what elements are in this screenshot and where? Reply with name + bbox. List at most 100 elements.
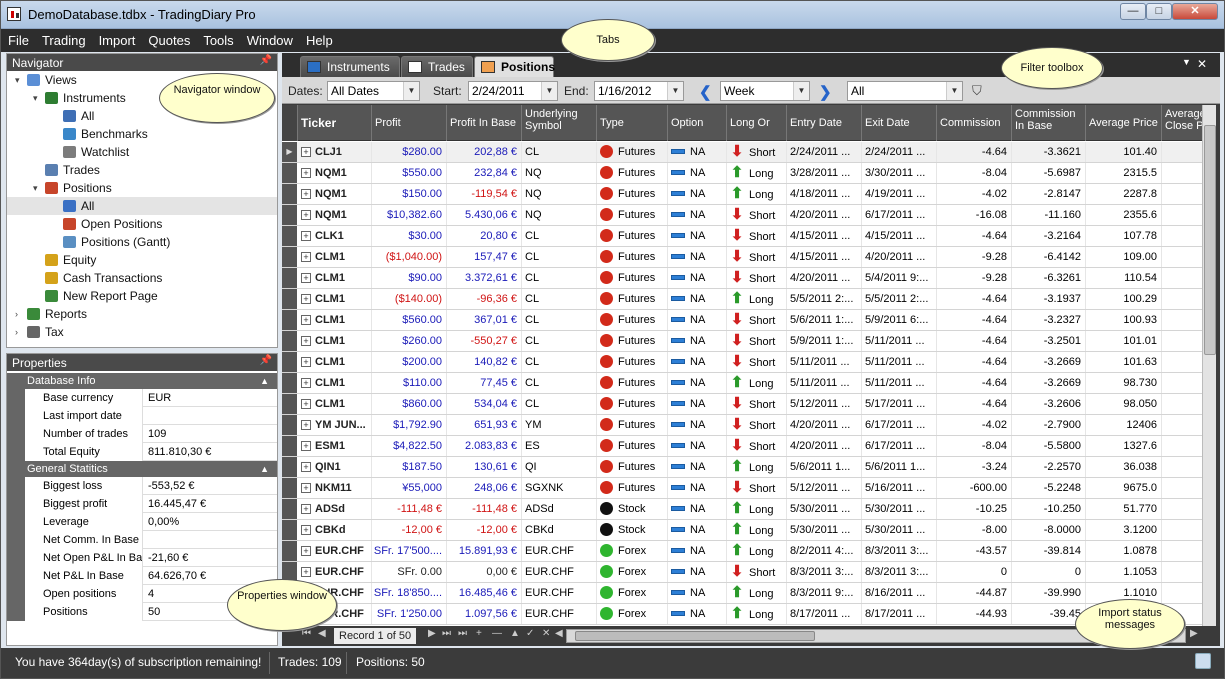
- row-indicator[interactable]: [282, 436, 297, 456]
- collapse-arrow-icon[interactable]: ▾: [33, 179, 38, 197]
- expand-row-icon[interactable]: +: [301, 336, 311, 346]
- expand-row-icon[interactable]: +: [301, 189, 311, 199]
- expand-row-icon[interactable]: +: [301, 252, 311, 262]
- row-indicator[interactable]: [282, 163, 297, 183]
- vertical-scrollbar[interactable]: [1202, 105, 1216, 626]
- period-select[interactable]: Week ▼: [720, 81, 810, 101]
- row-indicator[interactable]: [282, 226, 297, 246]
- table-row[interactable]: + CLM1 ($1,040.00) 157,47 € CL Futures NA ⬇ Shor…: [282, 247, 1202, 268]
- row-indicator[interactable]: [282, 373, 297, 393]
- first-record-icon[interactable]: ⏮: [302, 628, 311, 639]
- table-row[interactable]: + CLM1 $560.00 367,01 € CL Futures NA ⬇ Short 5/6…: [282, 310, 1202, 331]
- row-indicator[interactable]: [282, 457, 297, 477]
- expand-row-icon[interactable]: +: [301, 483, 311, 493]
- table-row[interactable]: + CLM1 $260.00 -550,27 € CL Futures NA ⬇ Short 5/…: [282, 331, 1202, 352]
- expand-row-icon[interactable]: +: [301, 504, 311, 514]
- tab-dropdown-icon[interactable]: ▼: [1182, 57, 1191, 67]
- property-row[interactable]: Net Comm. In Base: [7, 531, 277, 549]
- column-header-option-type[interactable]: Option Type: [667, 105, 726, 159]
- menu-window[interactable]: Window: [240, 29, 299, 48]
- post-record-icon[interactable]: ✓: [526, 628, 534, 639]
- expand-row-icon[interactable]: +: [301, 462, 311, 472]
- table-row[interactable]: + NKM11 ¥55,000 248,06 € SGXNK Futures NA ⬇ Shor…: [282, 478, 1202, 499]
- nav-item-new-report-page[interactable]: New Report Page: [7, 287, 277, 305]
- nav-item-reports[interactable]: › Reports: [7, 305, 277, 323]
- nav-item-cash-transactions[interactable]: Cash Transactions: [7, 269, 277, 287]
- expand-row-icon[interactable]: +: [301, 294, 311, 304]
- column-header-exit-date[interactable]: Exit Date: [861, 105, 936, 141]
- instrument-filter-select[interactable]: All ▼: [847, 81, 963, 101]
- filter-settings-icon[interactable]: ⛉: [972, 83, 982, 99]
- row-indicator[interactable]: ▶: [282, 142, 297, 162]
- row-indicator[interactable]: [282, 352, 297, 372]
- expand-row-icon[interactable]: +: [301, 273, 311, 283]
- table-row[interactable]: +EUR.CHFSFr. 1'250.001.097,56 €EUR.CHFFo…: [282, 604, 1202, 625]
- row-indicator[interactable]: [282, 247, 297, 267]
- prev-record-icon[interactable]: ◀: [318, 628, 326, 639]
- collapse-arrow-icon[interactable]: ▾: [15, 71, 20, 89]
- column-header-type[interactable]: Type: [596, 105, 667, 141]
- menu-import[interactable]: Import: [92, 29, 142, 48]
- edit-record-icon[interactable]: ▲: [510, 628, 520, 639]
- expand-row-icon[interactable]: +: [301, 315, 311, 325]
- menu-tools[interactable]: Tools: [196, 29, 239, 48]
- property-row[interactable]: Base currency EUR: [7, 389, 277, 407]
- row-indicator[interactable]: [282, 499, 297, 519]
- property-row[interactable]: Total Equity 811.810,30 €: [7, 443, 277, 461]
- property-group[interactable]: Database Info ▲: [7, 373, 277, 389]
- menu-help[interactable]: Help: [299, 29, 339, 48]
- start-date-picker[interactable]: 2/24/2011 ▼: [468, 81, 558, 101]
- nav-item-watchlist[interactable]: Watchlist: [7, 143, 277, 161]
- last-record-icon[interactable]: ⏭: [458, 628, 467, 639]
- column-header-ticker[interactable]: Ticker: [297, 105, 371, 141]
- table-row[interactable]: + NQM1 $150.00 -119,54 € NQ Futures NA ⬆ Long 4/1…: [282, 184, 1202, 205]
- minimize-button[interactable]: —: [1120, 3, 1146, 20]
- column-header-average-price[interactable]: Average Price: [1085, 105, 1161, 141]
- horizontal-scroll-thumb[interactable]: [575, 631, 815, 641]
- expand-row-icon[interactable]: +: [301, 399, 311, 409]
- property-row[interactable]: Biggest profit 16.445,47 €: [7, 495, 277, 513]
- next-period-icon[interactable]: ❯: [819, 83, 832, 101]
- row-indicator[interactable]: [282, 394, 297, 414]
- table-row[interactable]: + CBKd -12,00 € -12,00 € CBKd Stock NA ⬆ Long 5/3…: [282, 520, 1202, 541]
- row-indicator[interactable]: [282, 205, 297, 225]
- property-row[interactable]: Net Open P&L In Base -21,60 €: [7, 549, 277, 567]
- expand-row-icon[interactable]: +: [301, 210, 311, 220]
- add-record-icon[interactable]: +: [476, 628, 482, 639]
- table-row[interactable]: + ESM1 $4,822.50 2.083,83 € ES Futures NA ⬇ Shor…: [282, 436, 1202, 457]
- row-indicator[interactable]: [282, 520, 297, 540]
- menu-quotes[interactable]: Quotes: [141, 29, 196, 48]
- expand-row-icon[interactable]: +: [301, 525, 311, 535]
- row-indicator[interactable]: [282, 310, 297, 330]
- expand-row-icon[interactable]: +: [301, 420, 311, 430]
- table-row[interactable]: + ADSd -111,48 € -111,48 € ADSd Stock NA ⬆ Long 5…: [282, 499, 1202, 520]
- nav-item-equity[interactable]: Equity: [7, 251, 277, 269]
- expand-row-icon[interactable]: +: [301, 441, 311, 451]
- table-row[interactable]: + CLM1 $200.00 140,82 € CL Futures NA ⬇ Short 5/1…: [282, 352, 1202, 373]
- property-row[interactable]: Biggest loss -553,52 €: [7, 477, 277, 495]
- column-header-commission-in-base[interactable]: Commission In Base: [1011, 105, 1085, 141]
- table-row[interactable]: + YM JUN... $1,792.90 651,93 € YM Futures NA ⬇ S…: [282, 415, 1202, 436]
- scroll-right-icon[interactable]: ▶: [1190, 628, 1198, 639]
- table-row[interactable]: + NQM1 $550.00 232,84 € NQ Futures NA ⬆ Long 3/28…: [282, 163, 1202, 184]
- row-indicator[interactable]: [282, 268, 297, 288]
- property-row[interactable]: Leverage 0,00%: [7, 513, 277, 531]
- tab-positions[interactable]: Positions: [474, 56, 555, 77]
- expand-row-icon[interactable]: +: [301, 357, 311, 367]
- collapse-arrow-icon[interactable]: ▾: [33, 89, 38, 107]
- property-group[interactable]: General Statitics ▲: [7, 461, 277, 477]
- row-indicator[interactable]: [282, 478, 297, 498]
- tab-instruments[interactable]: Instruments: [300, 56, 400, 77]
- cancel-record-icon[interactable]: ✕: [542, 628, 550, 639]
- delete-record-icon[interactable]: —: [492, 628, 502, 639]
- menu-file[interactable]: File: [1, 29, 35, 48]
- property-row[interactable]: Last import date: [7, 407, 277, 425]
- expand-row-icon[interactable]: +: [301, 147, 311, 157]
- table-row[interactable]: + CLM1 ($140.00) -96,36 € CL Futures NA ⬆ Long 5/…: [282, 289, 1202, 310]
- column-header-profit[interactable]: Profit: [371, 105, 446, 141]
- menu-trading[interactable]: Trading: [35, 29, 92, 48]
- expand-row-icon[interactable]: +: [301, 168, 311, 178]
- table-row[interactable]: + CLM1 $110.00 77,45 € CL Futures NA ⬆ Long 5/11/…: [282, 373, 1202, 394]
- column-header-long-or-short[interactable]: Long Or Short: [726, 105, 786, 159]
- dates-select[interactable]: All Dates ▼: [327, 81, 420, 101]
